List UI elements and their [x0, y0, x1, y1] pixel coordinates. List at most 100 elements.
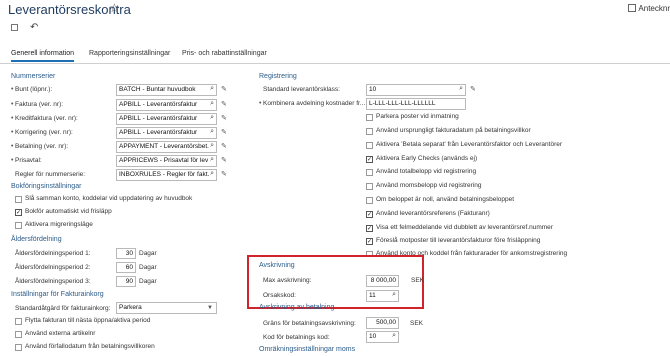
edit-icon[interactable]: ✎ — [221, 114, 227, 122]
registration-label-2: Aktivera 'Betala separat' från Leverantö… — [376, 141, 563, 148]
search-icon[interactable]: ⌕ — [459, 85, 463, 93]
tab-reporting-settings[interactable]: Rapporteringsinställningar — [89, 50, 170, 57]
notes-button[interactable]: Antecknr — [628, 4, 670, 13]
numbering-value-faktura: APBILL - Leverantörsfaktur — [119, 101, 198, 108]
edit-icon[interactable]: ✎ — [221, 170, 227, 178]
registration-checkbox-7[interactable]: ✓ — [366, 211, 373, 218]
writeoff-max-input[interactable]: 8 000,00 — [366, 275, 399, 287]
numbering-input-korrigering[interactable]: APBILL - Leverantörsfaktur ⌕ — [116, 127, 217, 139]
registration-label-7: Använd leverantörsreferens (Fakturanr) — [376, 210, 490, 217]
save-icon[interactable] — [11, 24, 18, 31]
edit-icon[interactable]: ✎ — [221, 156, 227, 164]
default-class-input[interactable]: 10 ⌕ — [366, 84, 466, 96]
search-icon[interactable]: ⌕ — [210, 128, 214, 136]
payment-limit-label: Gräns för betalningsavskrivning: — [263, 320, 356, 327]
numbering-value-kreditfaktura: APBILL - Leverantörsfaktur — [119, 115, 198, 122]
registration-label-5: Använd momsbelopp vid registrering — [376, 182, 482, 189]
numbering-heading: Nummerserier — [11, 73, 56, 80]
registration-checkbox-4[interactable] — [366, 169, 373, 176]
combine-label: Kombinera avdelning kostnader fr... — [263, 100, 366, 107]
registration-checkbox-5[interactable] — [366, 183, 373, 190]
numbering-value-betalning: APPAYMENT - Leverantörsbet. — [119, 143, 209, 150]
aging-unit-2: Dagar — [139, 264, 157, 271]
writeoff-reason-value: 11 — [369, 292, 376, 299]
numbering-value-korrigering: APBILL - Leverantörsfaktur — [119, 129, 198, 136]
numbering-label-kreditfaktura: Kreditfaktura (ver. nr): — [15, 115, 78, 122]
numbering-input-faktura[interactable]: APBILL - Leverantörsfaktur ⌕ — [116, 99, 217, 111]
booking-label-autopost: Bokför automatiskt vid frisläpp — [25, 208, 112, 215]
writeoff-max-label: Max avskrivning: — [263, 277, 312, 284]
numbering-label-prisavtal: Prisavtal: — [15, 157, 42, 164]
registration-label-0: Parkera poster vid inmatning — [376, 113, 459, 120]
edit-icon[interactable]: ✎ — [470, 85, 476, 93]
registration-checkbox-2[interactable] — [366, 142, 373, 149]
booking-checkbox-merge[interactable] — [15, 196, 22, 203]
inbox-checkbox-external[interactable] — [15, 331, 22, 338]
registration-checkbox-9[interactable]: ✓ — [366, 238, 373, 245]
inbox-label-external: Använd externa artikelnr — [25, 330, 96, 337]
booking-label-merge: Slå samman konto, koddelar vid uppdateri… — [25, 195, 193, 202]
numbering-label-korrigering: Korrigering (ver. nr): — [15, 129, 73, 136]
chevron-down-icon: ▼ — [207, 305, 213, 311]
inbox-label-move: Flytta fakturan till nästa öppna/aktiva … — [25, 317, 151, 324]
registration-label-8: Visa ett felmeddelande vid dubblett av l… — [376, 224, 553, 231]
payment-code-label: Kod för betalnings kod: — [263, 334, 330, 341]
aging-input-2[interactable]: 60 — [116, 262, 136, 273]
registration-checkbox-6[interactable] — [366, 197, 373, 204]
booking-checkbox-migration[interactable] — [15, 222, 22, 229]
note-icon — [628, 4, 637, 12]
edit-icon[interactable]: ✎ — [221, 142, 227, 150]
numbering-input-bunt[interactable]: BATCH - Buntar huvudbok ⌕ — [116, 84, 217, 96]
writeoff-reason-label: Orsakskod: — [263, 292, 296, 299]
tab-general-information[interactable]: Generell information — [11, 50, 75, 62]
notes-label: Antecknr — [638, 4, 670, 13]
numbering-input-kreditfaktura[interactable]: APBILL - Leverantörsfaktur ⌕ — [116, 113, 217, 125]
numbering-input-prisavtal[interactable]: APPRICEWS - Prisavtal för lev ⌕ — [116, 155, 217, 167]
registration-checkbox-0[interactable] — [366, 114, 373, 121]
edit-icon[interactable]: ✎ — [221, 128, 227, 136]
numbering-value-prisavtal: APPRICEWS - Prisavtal för lev — [119, 157, 209, 164]
inbox-checkbox-move[interactable] — [15, 318, 22, 325]
numbering-input-betalning[interactable]: APPAYMENT - Leverantörsbet. ⌕ — [116, 141, 217, 153]
search-icon[interactable]: ⌕ — [210, 85, 214, 93]
writeoff-max-unit: SEK — [411, 277, 425, 284]
tab-bar: Generell information Rapporteringsinstäl… — [0, 45, 670, 64]
default-class-label: Standard leverantörsklass: — [263, 86, 340, 93]
numbering-label-regler: Regler för nummerserie: — [15, 171, 86, 178]
undo-icon[interactable]: ↶ — [30, 22, 38, 33]
inbox-checkbox-duedate[interactable] — [15, 344, 22, 351]
search-icon[interactable]: ⌕ — [392, 332, 396, 340]
conversion-heading: Omräkningsinställningar moms — [259, 346, 356, 353]
numbering-input-regler[interactable]: INBOXRULES - Regler för fakt. ⌕ — [116, 169, 217, 181]
search-icon[interactable]: ⌕ — [210, 170, 214, 178]
aging-input-3[interactable]: 90 — [116, 276, 136, 287]
registration-checkbox-3[interactable]: ✓ — [366, 156, 373, 163]
search-icon[interactable]: ⌕ — [210, 114, 214, 122]
tab-price-discount-settings[interactable]: Pris- och rabattinställningar — [182, 50, 267, 57]
payment-code-input[interactable]: 10 ⌕ — [366, 331, 399, 343]
aging-input-1[interactable]: 30 — [116, 248, 136, 259]
search-icon[interactable]: ⌕ — [210, 100, 214, 108]
inbox-standard-select[interactable]: Parkera ▼ — [116, 302, 217, 314]
search-icon[interactable]: ⌕ — [210, 142, 214, 150]
aging-label-1: Åldersfördelningsperiod 1: — [15, 250, 91, 257]
search-icon[interactable]: ⌕ — [210, 156, 214, 164]
numbering-label-betalning: Betalning (ver. nr): — [15, 143, 69, 150]
registration-checkbox-8[interactable]: ✓ — [366, 225, 373, 232]
inbox-label-duedate: Använd förfallodatum från betalningsvill… — [25, 343, 155, 350]
registration-label-9: Föreslå motposter till leverantörsfaktur… — [376, 237, 541, 244]
registration-label-1: Använd ursprungligt fakturadatum på beta… — [376, 127, 531, 134]
edit-icon[interactable]: ✎ — [221, 100, 227, 108]
edit-icon[interactable]: ✎ — [221, 85, 227, 93]
aging-heading: Åldersfördelning — [11, 236, 62, 243]
writeoff-reason-input[interactable]: 11 ⌕ — [366, 290, 399, 302]
booking-checkbox-autopost[interactable]: ✓ — [15, 209, 22, 216]
registration-checkbox-1[interactable] — [366, 128, 373, 135]
favorite-star-icon[interactable]: ☆ — [109, 1, 120, 15]
payment-limit-input[interactable]: 500,00 — [366, 317, 399, 329]
search-icon[interactable]: ⌕ — [392, 291, 396, 299]
registration-heading: Registrering — [259, 73, 297, 80]
registration-label-3: Aktivera Early Checks (används ej) — [376, 155, 478, 162]
combine-input[interactable]: L-LLL-LLL-LLL-LLLLLL — [366, 98, 466, 110]
inbox-standard-label: Standardåtgärd för fakturainkorg: — [15, 305, 111, 312]
